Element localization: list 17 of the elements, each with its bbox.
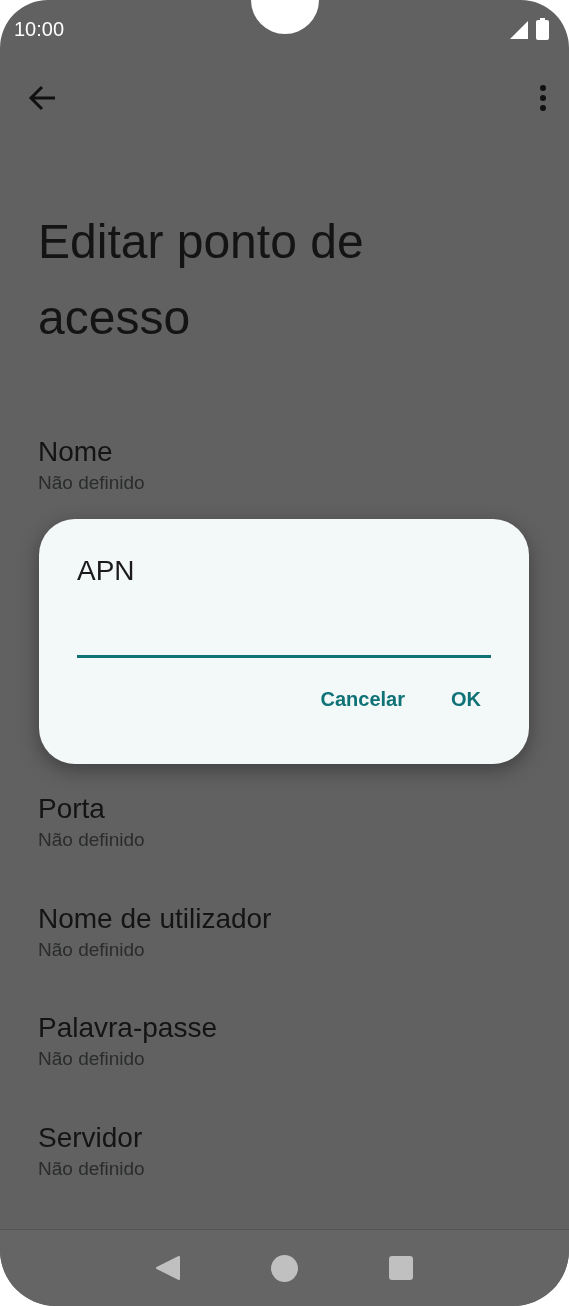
home-circle-icon[interactable] <box>271 1254 298 1282</box>
back-arrow-icon[interactable] <box>28 85 56 111</box>
setting-title[interactable]: Nome de utilizador <box>38 900 531 937</box>
setting-title[interactable]: Servidor <box>38 1119 531 1156</box>
back-triangle-icon[interactable] <box>155 1255 180 1281</box>
setting-title[interactable]: Palavra-passe <box>38 1010 531 1047</box>
more-options-icon[interactable] <box>539 85 547 111</box>
page-title: Editar ponto de acesso <box>37 214 365 346</box>
dialog-button[interactable]: Cancelar <box>310 678 415 721</box>
dialog-title: APN <box>77 554 136 588</box>
setting-title[interactable]: Nome <box>38 434 531 470</box>
recents-square-icon[interactable] <box>389 1256 414 1280</box>
dialog-button[interactable]: OK <box>441 678 491 721</box>
status-time: 10:00 <box>14 17 65 41</box>
setting-title[interactable]: Porta <box>38 791 531 828</box>
signal-icon <box>508 19 528 39</box>
battery-icon <box>536 18 549 40</box>
